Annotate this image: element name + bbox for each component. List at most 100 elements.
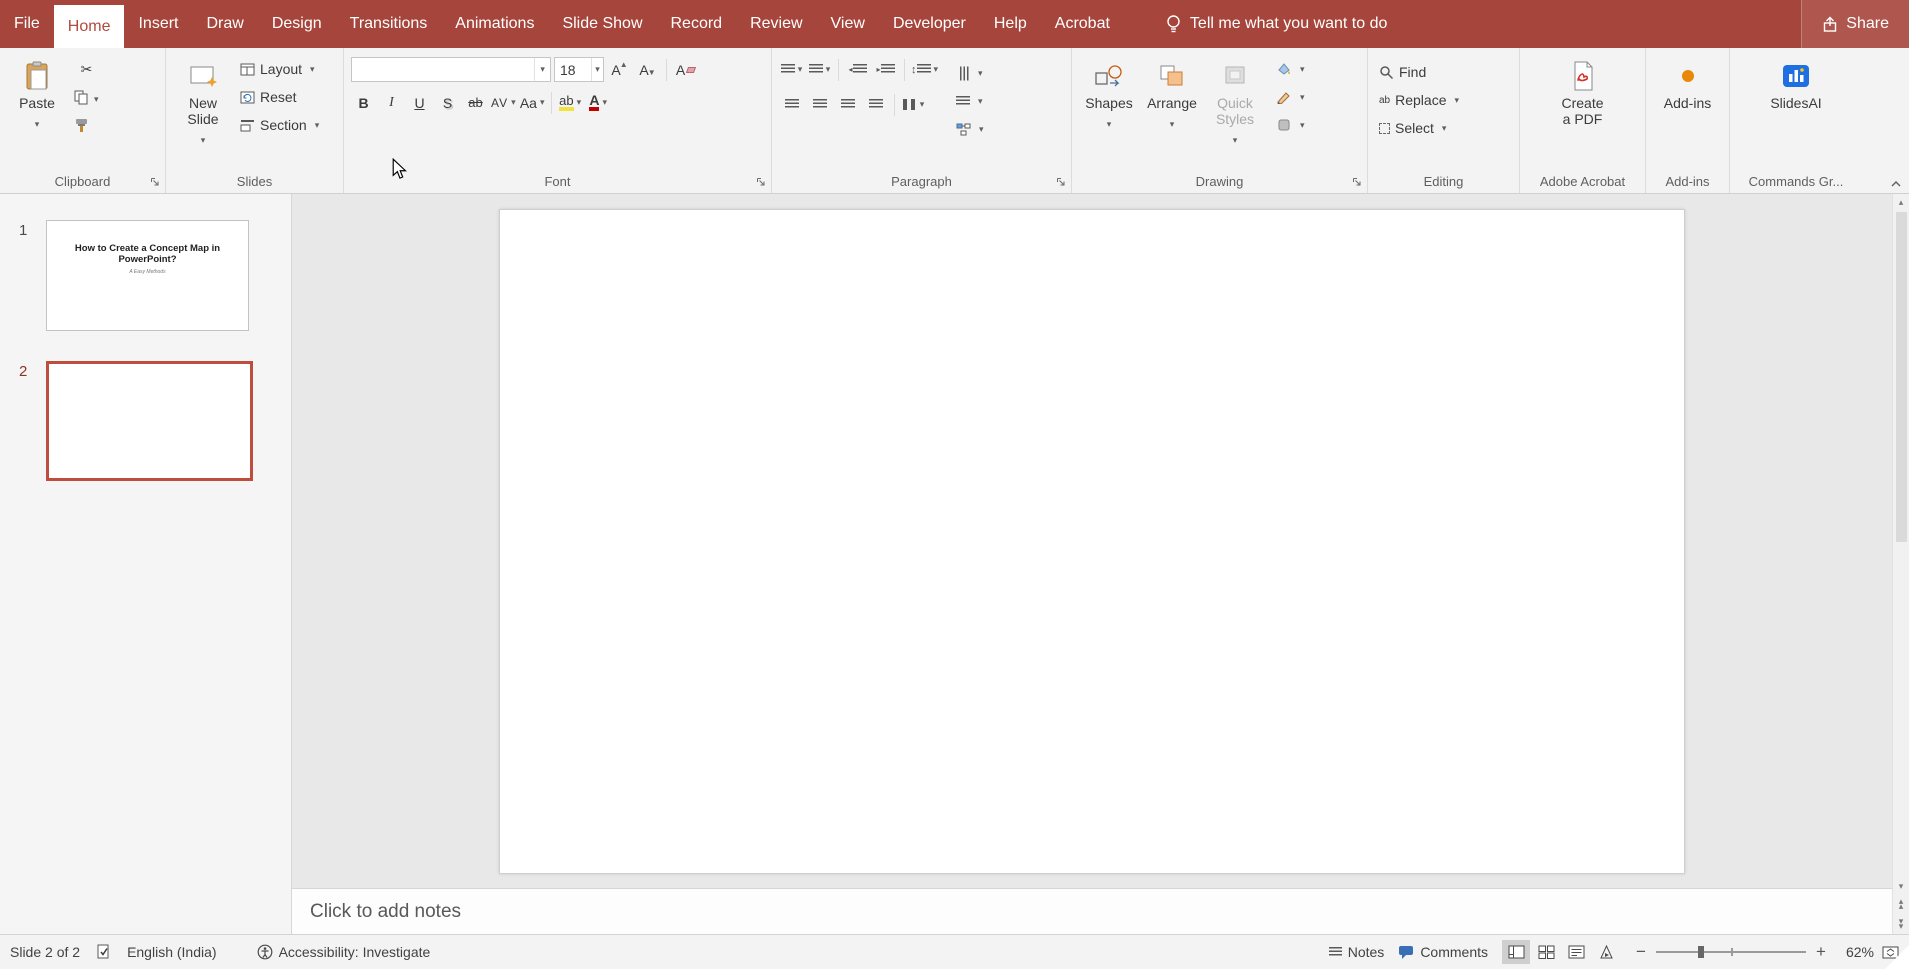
share-button[interactable]: Share bbox=[1801, 0, 1909, 48]
addins-button[interactable]: Add-ins bbox=[1656, 53, 1720, 165]
tab-developer[interactable]: Developer bbox=[879, 0, 980, 48]
next-slide-button[interactable]: ▾ ▾ bbox=[1893, 914, 1909, 934]
highlight-color-button[interactable]: ab bbox=[558, 90, 583, 115]
copy-dropdown[interactable] bbox=[94, 89, 99, 105]
tab-review[interactable]: Review bbox=[736, 0, 816, 48]
shrink-font-button[interactable]: A ▼ bbox=[635, 57, 660, 82]
character-spacing-button[interactable]: AV bbox=[491, 90, 517, 115]
decrease-indent-button[interactable]: ◂ bbox=[845, 57, 870, 82]
font-name-combo[interactable]: ▾ bbox=[351, 57, 551, 82]
tab-insert[interactable]: Insert bbox=[124, 0, 192, 48]
shapes-dropdown[interactable] bbox=[1107, 114, 1112, 130]
shape-fill-button[interactable] bbox=[1272, 56, 1309, 82]
arrange-dropdown[interactable] bbox=[1170, 114, 1175, 130]
drawing-dialog-launcher[interactable] bbox=[1350, 175, 1364, 189]
zoom-slider-thumb[interactable] bbox=[1698, 946, 1704, 958]
bold-button[interactable]: B bbox=[351, 90, 376, 115]
vertical-scrollbar[interactable]: ▴ ▾ ▴ ▴ ▾ ▾ bbox=[1892, 194, 1909, 934]
notes-button[interactable]: Notes bbox=[1328, 944, 1384, 960]
grow-font-button[interactable]: A ▲ bbox=[607, 57, 632, 82]
scroll-down-arrow[interactable]: ▾ bbox=[1893, 878, 1909, 894]
tab-view[interactable]: View bbox=[817, 0, 879, 48]
paste-button[interactable]: Paste bbox=[7, 53, 67, 165]
line-spacing-button[interactable]: ↕ bbox=[911, 57, 938, 82]
tab-draw[interactable]: Draw bbox=[192, 0, 257, 48]
slide-canvas[interactable] bbox=[499, 208, 1685, 874]
collapse-ribbon-button[interactable] bbox=[1890, 180, 1902, 188]
notes-pane[interactable]: Click to add notes bbox=[292, 888, 1892, 934]
shape-outline-button[interactable] bbox=[1272, 84, 1309, 110]
quick-styles-dropdown[interactable] bbox=[1233, 130, 1238, 146]
tab-slide-show[interactable]: Slide Show bbox=[548, 0, 656, 48]
clipboard-dialog-launcher[interactable] bbox=[148, 175, 162, 189]
quick-styles-button[interactable]: Quick Styles bbox=[1205, 53, 1265, 165]
tell-me-box[interactable]: Tell me what you want to do bbox=[1166, 0, 1387, 48]
copy-button[interactable] bbox=[70, 84, 103, 110]
normal-view-button[interactable] bbox=[1502, 940, 1530, 964]
zoom-level[interactable]: 62% bbox=[1836, 944, 1874, 960]
align-left-button[interactable] bbox=[779, 92, 804, 117]
font-name-input[interactable] bbox=[352, 58, 535, 81]
align-center-button[interactable] bbox=[807, 92, 832, 117]
arrange-button[interactable]: Arrange bbox=[1142, 53, 1202, 165]
font-dialog-launcher[interactable] bbox=[754, 175, 768, 189]
justify-button[interactable] bbox=[863, 92, 888, 117]
replace-button[interactable]: ab Replace bbox=[1375, 87, 1463, 113]
cut-button[interactable]: ✂ bbox=[70, 56, 103, 82]
tab-home[interactable]: Home bbox=[53, 5, 125, 48]
clear-formatting-button[interactable]: A bbox=[673, 57, 698, 82]
text-shadow-button[interactable]: S bbox=[435, 90, 460, 115]
strikethrough-button[interactable]: ab bbox=[463, 90, 488, 115]
font-size-dropdown[interactable]: ▾ bbox=[591, 58, 603, 81]
convert-to-smartart-button[interactable] bbox=[952, 116, 988, 142]
numbering-button[interactable] bbox=[807, 57, 832, 82]
select-button[interactable]: Select bbox=[1375, 115, 1463, 141]
shapes-button[interactable]: Shapes bbox=[1079, 53, 1139, 165]
shape-effects-button[interactable] bbox=[1272, 112, 1309, 138]
tab-record[interactable]: Record bbox=[657, 0, 737, 48]
comments-button[interactable]: Comments bbox=[1398, 944, 1488, 960]
tab-file[interactable]: File bbox=[0, 0, 54, 48]
scrollbar-thumb[interactable] bbox=[1895, 212, 1907, 542]
slide-2-thumbnail[interactable] bbox=[46, 361, 253, 481]
reading-view-button[interactable] bbox=[1562, 940, 1590, 964]
format-painter-button[interactable] bbox=[70, 112, 103, 138]
find-button[interactable]: Find bbox=[1375, 59, 1463, 85]
new-slide-dropdown[interactable] bbox=[201, 130, 206, 146]
new-slide-button[interactable]: New Slide bbox=[173, 53, 233, 165]
font-name-dropdown[interactable]: ▾ bbox=[534, 58, 550, 81]
align-text-button[interactable] bbox=[952, 88, 988, 114]
italic-button[interactable]: I bbox=[379, 90, 404, 115]
underline-button[interactable]: U bbox=[407, 90, 432, 115]
font-size-input[interactable] bbox=[555, 58, 592, 81]
text-direction-button[interactable] bbox=[952, 60, 988, 86]
slide-show-button[interactable] bbox=[1592, 940, 1620, 964]
create-pdf-button[interactable]: Create a PDF bbox=[1547, 53, 1619, 165]
font-size-combo[interactable]: ▾ bbox=[554, 57, 604, 82]
scroll-up-arrow[interactable]: ▴ bbox=[1893, 194, 1909, 210]
columns-button[interactable] bbox=[901, 92, 926, 117]
align-right-button[interactable] bbox=[835, 92, 860, 117]
paste-dropdown[interactable] bbox=[35, 114, 40, 130]
tab-animations[interactable]: Animations bbox=[441, 0, 548, 48]
tab-acrobat[interactable]: Acrobat bbox=[1041, 0, 1124, 48]
accessibility-button[interactable]: Accessibility: Investigate bbox=[257, 944, 430, 960]
increase-indent-button[interactable]: ▸ bbox=[873, 57, 898, 82]
bullets-button[interactable] bbox=[779, 57, 804, 82]
layout-button[interactable]: Layout bbox=[236, 56, 323, 82]
slide-sorter-view-button[interactable] bbox=[1532, 940, 1560, 964]
font-color-button[interactable]: A bbox=[586, 90, 611, 115]
slide-1-thumbnail[interactable]: How to Create a Concept Map in PowerPoin… bbox=[46, 220, 249, 331]
slide-indicator[interactable]: Slide 2 of 2 bbox=[10, 944, 80, 960]
change-case-button[interactable]: Aa bbox=[520, 90, 545, 115]
tab-help[interactable]: Help bbox=[980, 0, 1041, 48]
section-button[interactable]: Section bbox=[236, 112, 323, 138]
paragraph-dialog-launcher[interactable] bbox=[1054, 175, 1068, 189]
zoom-in-button[interactable]: + bbox=[1814, 942, 1828, 962]
slidesai-button[interactable]: SlidesAI bbox=[1756, 53, 1836, 165]
previous-slide-button[interactable]: ▴ ▴ bbox=[1893, 894, 1909, 914]
zoom-slider[interactable] bbox=[1656, 946, 1806, 958]
zoom-out-button[interactable]: − bbox=[1634, 942, 1648, 962]
tab-design[interactable]: Design bbox=[258, 0, 336, 48]
proofing-status-button[interactable] bbox=[96, 944, 111, 960]
